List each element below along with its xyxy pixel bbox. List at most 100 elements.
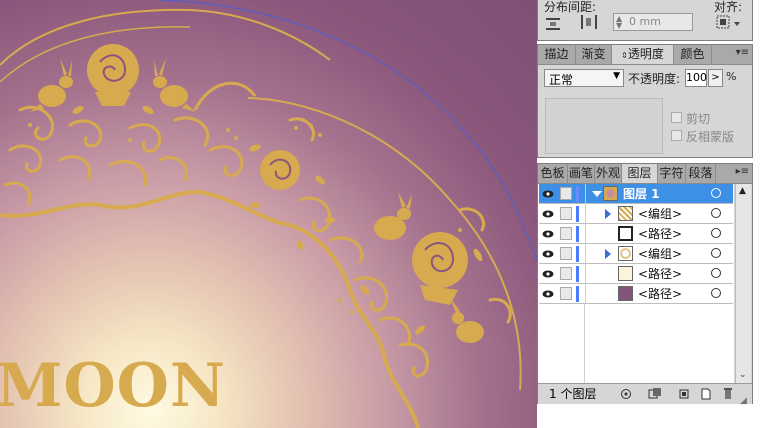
invert-mask-label: 反相蒙版 bbox=[686, 130, 735, 144]
outer-ring-3 bbox=[247, 97, 522, 391]
tab-character[interactable]: 字符 bbox=[658, 164, 686, 183]
tab-stroke[interactable]: 描边 bbox=[538, 45, 576, 64]
layer-name[interactable]: 图层 1 bbox=[623, 184, 660, 204]
tab-appearance[interactable]: 外观 bbox=[595, 164, 622, 183]
rabbit-mid bbox=[374, 192, 412, 240]
rabbit-bottom bbox=[450, 298, 484, 343]
clip-checkbox[interactable] bbox=[671, 112, 682, 123]
visibility-eye-icon[interactable] bbox=[542, 228, 554, 240]
expand-triangle-icon[interactable] bbox=[605, 249, 611, 259]
group-thumbnail bbox=[618, 246, 633, 261]
vertical-distribute-space-button[interactable] bbox=[544, 16, 564, 30]
layer-row[interactable]: <路径> bbox=[539, 224, 733, 244]
target-circle-icon[interactable] bbox=[711, 248, 721, 258]
visibility-eye-icon[interactable] bbox=[542, 248, 554, 260]
mask-thumbnail[interactable] bbox=[545, 98, 663, 154]
layer-count: 1 个图层 bbox=[549, 387, 597, 401]
spacing-stepper-icon[interactable]: ▲ ▼ bbox=[616, 15, 622, 30]
layer-color-bar bbox=[576, 226, 579, 242]
lock-toggle[interactable] bbox=[560, 187, 572, 200]
blend-mode-select[interactable]: 正常 ▼ bbox=[544, 69, 624, 87]
inner-arc bbox=[193, 81, 257, 111]
path-thumbnail bbox=[618, 286, 633, 301]
rose-top bbox=[87, 44, 139, 106]
invert-mask-checkbox[interactable] bbox=[671, 130, 682, 141]
layers-panel-menu-icon[interactable]: ▸≡ bbox=[736, 166, 749, 177]
lock-toggle[interactable] bbox=[560, 227, 572, 240]
row-separator bbox=[585, 244, 586, 264]
layer-name[interactable]: <编组> bbox=[638, 204, 682, 224]
moon-title-text: MOON bbox=[0, 351, 226, 421]
layer-name[interactable]: <路径> bbox=[638, 284, 682, 304]
target-circle-icon[interactable] bbox=[711, 228, 721, 238]
layer-row[interactable]: <编组> bbox=[539, 204, 733, 224]
tab-updown-icon: ⇕ bbox=[621, 51, 628, 60]
layer-thumbnail bbox=[603, 186, 618, 201]
layer-row[interactable]: 图层 1 bbox=[539, 184, 733, 204]
expand-triangle-icon[interactable] bbox=[592, 191, 602, 197]
distribute-spacing-label: 分布间距: bbox=[544, 0, 597, 14]
target-circle-icon[interactable] bbox=[711, 188, 721, 198]
visibility-eye-icon[interactable] bbox=[542, 208, 554, 220]
layer-color-bar bbox=[576, 186, 579, 202]
row-separator bbox=[585, 284, 586, 304]
layers-footer: 1 个图层 bbox=[538, 383, 752, 404]
lock-toggle[interactable] bbox=[560, 267, 572, 280]
vertical-distribute-icon bbox=[546, 18, 560, 30]
make-clipping-mask-icon[interactable] bbox=[648, 388, 662, 400]
tab-color[interactable]: 颜色 bbox=[674, 45, 712, 64]
new-layer-icon[interactable] bbox=[700, 388, 712, 400]
scroll-down-arrow-icon[interactable]: ⌄ bbox=[739, 370, 747, 380]
layers-scrollbar[interactable]: ▲ ⌄ bbox=[735, 184, 751, 384]
opacity-slider-button[interactable]: > bbox=[708, 69, 723, 87]
panel-menu-icon[interactable]: ▾≡ bbox=[736, 47, 749, 58]
spacing-value: 0 mm bbox=[629, 15, 661, 28]
layer-row[interactable]: <路径> bbox=[539, 264, 733, 284]
lock-toggle[interactable] bbox=[560, 247, 572, 260]
layer-name[interactable]: <路径> bbox=[638, 264, 682, 284]
target-circle-icon[interactable] bbox=[711, 288, 721, 298]
tab-transparency-label: 透明度 bbox=[627, 47, 664, 61]
layer-color-bar bbox=[576, 206, 579, 222]
create-sublayer-icon[interactable] bbox=[678, 388, 690, 400]
lock-toggle[interactable] bbox=[560, 207, 572, 220]
horizontal-distribute-icon bbox=[581, 15, 597, 29]
align-to-selector[interactable] bbox=[715, 14, 743, 32]
align-to-label: 对齐: bbox=[714, 0, 743, 14]
visibility-eye-icon[interactable] bbox=[542, 268, 554, 280]
row-separator bbox=[585, 204, 586, 224]
scroll-up-arrow-icon[interactable]: ▲ bbox=[739, 186, 746, 196]
layer-color-bar bbox=[576, 266, 579, 282]
path-thumbnail bbox=[618, 226, 633, 241]
horizontal-distribute-space-button[interactable] bbox=[580, 14, 600, 30]
expand-triangle-icon[interactable] bbox=[605, 209, 611, 219]
target-circle-icon[interactable] bbox=[711, 208, 721, 218]
tab-paragraph[interactable]: 段落 bbox=[686, 164, 716, 183]
spacing-input[interactable]: ▲ ▼ 0 mm bbox=[613, 13, 693, 31]
rabbit-left bbox=[30, 58, 73, 112]
tab-layers[interactable]: 图层 bbox=[622, 164, 658, 183]
tab-transparency[interactable]: ⇕透明度 bbox=[612, 45, 674, 64]
layer-color-bar bbox=[576, 286, 579, 302]
locate-object-icon[interactable] bbox=[620, 388, 632, 400]
opacity-input[interactable]: 100 bbox=[685, 69, 707, 87]
layer-row[interactable]: <编组> bbox=[539, 244, 733, 264]
panel-resize-grip-icon[interactable]: ◢ bbox=[740, 396, 752, 408]
tab-swatches[interactable]: 色板 bbox=[538, 164, 568, 183]
visibility-eye-icon[interactable] bbox=[542, 188, 554, 200]
layer-row[interactable]: <路径> bbox=[539, 284, 733, 304]
delete-layer-icon[interactable] bbox=[722, 387, 734, 400]
tab-brushes[interactable]: 画笔 bbox=[568, 164, 595, 183]
layer-name[interactable]: <编组> bbox=[638, 244, 682, 264]
layer-name[interactable]: <路径> bbox=[638, 224, 682, 244]
lock-toggle[interactable] bbox=[560, 287, 572, 300]
blend-mode-value: 正常 bbox=[549, 73, 574, 87]
layer-color-bar bbox=[576, 246, 579, 262]
visibility-eye-icon[interactable] bbox=[542, 288, 554, 300]
clip-label: 剪切 bbox=[686, 112, 711, 126]
panels-dock: 分布间距: 对齐: ▲ ▼ 0 mm 描边 渐变 ⇕透明度 颜色 ▾≡ 正常 ▼… bbox=[537, 0, 771, 428]
target-circle-icon[interactable] bbox=[711, 268, 721, 278]
align-panel: 分布间距: 对齐: ▲ ▼ 0 mm bbox=[537, 0, 753, 41]
layers-tabbar: 色板 画笔 外观 图层 字符 段落 ▸≡ bbox=[538, 164, 752, 184]
tab-gradient[interactable]: 渐变 bbox=[576, 45, 612, 64]
